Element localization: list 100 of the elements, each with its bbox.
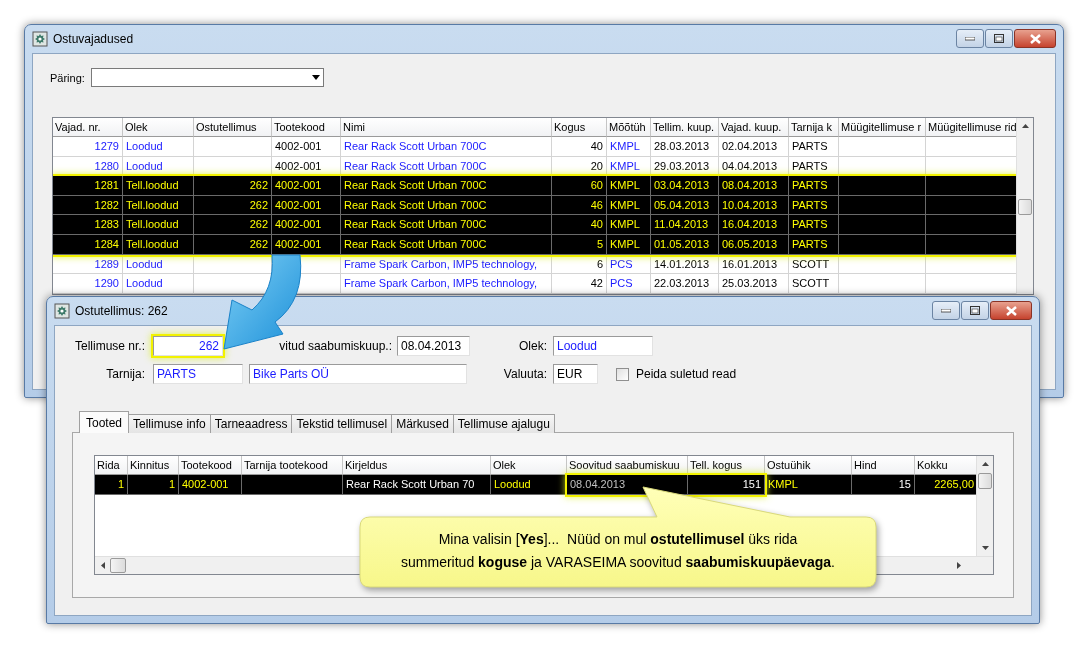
table-cell: PARTS [789,137,839,157]
scroll-left-icon[interactable] [100,562,105,569]
text-field[interactable]: 262 [153,336,223,356]
table-cell: 1283 [53,215,123,235]
column-header[interactable]: Nimi [341,118,552,137]
text-field[interactable]: Bike Parts OÜ [249,364,467,384]
tab[interactable]: Märkused [391,414,454,433]
table-cell: 06.05.2013 [719,234,789,255]
scroll-thumb[interactable] [110,558,126,573]
table-cell: 1284 [53,234,123,255]
table-cell: 28.03.2013 [651,137,719,157]
table-cell: Frame Spark Carbon, IMP5 technology, [341,254,552,275]
field-label: vitud saabumiskuup.: [278,339,392,353]
close-icon [1029,33,1041,44]
table-cell: KMPL [607,234,651,255]
checkbox[interactable] [616,367,629,381]
column-header[interactable]: Mõõtüh [607,118,651,137]
column-header[interactable]: Tootekood [272,118,341,137]
table-cell: KMPL [607,215,651,235]
table-cell: 1 [95,475,128,495]
table-cell: 4002-001 [272,176,341,196]
window-title: Ostuvajadused [53,32,134,46]
table-cell: Frame Spark Carbon, IMP5 technology, [341,274,552,294]
maximize-icon [994,34,1004,43]
table-cell: 1289 [53,254,123,275]
close-button[interactable] [990,301,1032,320]
table-cell: 5 [552,234,607,255]
query-label: Päring: [50,71,85,84]
column-header[interactable]: Vajad. nr. [53,118,123,137]
scroll-right-icon[interactable] [956,562,961,569]
table-cell: 1290 [53,274,123,294]
column-header[interactable]: Hind [852,456,915,475]
table-cell: Tell.loodud [123,234,194,255]
scroll-up-icon[interactable] [981,462,989,466]
table-cell: 03.04.2013 [651,176,719,196]
query-dropdown[interactable] [90,68,324,87]
tab[interactable]: Tekstid tellimusel [291,414,393,433]
table-cell: 25.03.2013 [719,274,789,294]
table-cell: Rear Rack Scott Urban 700C [341,215,552,235]
table-cell: 262 [194,234,272,255]
column-header[interactable]: Kinnitus [128,456,179,475]
table-cell: KMPL [607,176,651,196]
table-cell: Rear Rack Scott Urban 700C [341,176,552,196]
table-cell: 22.03.2013 [651,274,719,294]
column-header[interactable]: Rida [95,456,128,475]
table-cell: 151 [688,475,765,495]
table-cell: 262 [194,176,272,196]
tab[interactable]: Tarneaadress [209,414,293,433]
text-field[interactable]: Loodud [553,336,653,356]
scroll-thumb[interactable] [978,473,992,489]
table-cell: 01.05.2013 [651,234,719,255]
column-header[interactable]: Ostuühik [765,456,852,475]
column-header[interactable]: Olek [491,456,567,475]
gear-icon [32,31,48,47]
column-header[interactable]: Tarnija tootekood [242,456,343,475]
column-header[interactable]: Kogus [552,118,607,137]
checkbox-label: Peida suletud read [636,367,737,381]
table-cell: 4002-001 [272,137,341,157]
table-cell: KMPL [607,137,651,157]
table-cell: Tell.loodud [123,215,194,235]
close-button[interactable] [1014,29,1056,48]
table-cell: Tell.loodud [123,176,194,196]
column-header[interactable]: Tootekood [179,456,242,475]
maximize-button[interactable] [961,301,989,320]
close-icon [1005,305,1017,316]
table-cell: PARTS [789,215,839,235]
scroll-down-icon[interactable] [981,546,989,550]
minimize-icon [965,36,975,41]
text-field[interactable]: 08.04.2013 [397,336,470,356]
table-cell: 6 [552,254,607,275]
tab[interactable]: Tooted [79,411,130,433]
column-header[interactable]: Müügitellimuse r [839,118,926,137]
table-cell: 60 [552,176,607,196]
field-label: Tarnija: [105,367,145,381]
table-cell: 16.04.2013 [719,215,789,235]
field-label: Valuuta: [502,367,547,381]
minimize-icon [941,308,951,313]
text-field[interactable]: EUR [553,364,598,384]
table-cell: PARTS [789,176,839,196]
maximize-button[interactable] [985,29,1013,48]
table-cell: Loodud [123,274,194,294]
column-header[interactable]: Tarnija k [789,118,839,137]
field-label: Tellimuse nr.: [73,339,145,353]
table-cell: 08.04.2013 [719,176,789,196]
text-field[interactable]: PARTS [153,364,243,384]
scroll-up-icon[interactable] [1021,124,1029,128]
table-cell: KMPL [765,475,852,495]
table-cell: 1281 [53,176,123,196]
column-header[interactable]: Vajad. kuup. [719,118,789,137]
column-header[interactable]: Ostutellimus [194,118,272,137]
table-cell: Rear Rack Scott Urban 700C [341,137,552,157]
column-header[interactable]: Tellim. kuup. [651,118,719,137]
table-cell: 4002-001 [179,475,242,495]
column-header[interactable]: Kirjeldus [343,456,491,475]
table-cell: 11.04.2013 [651,215,719,235]
column-header[interactable]: Olek [123,118,194,137]
table-cell: 40 [552,215,607,235]
tab[interactable]: Tellimuse info [128,414,211,433]
tab[interactable]: Tellimuse ajalugu [452,414,555,433]
scroll-thumb[interactable] [1018,199,1032,215]
